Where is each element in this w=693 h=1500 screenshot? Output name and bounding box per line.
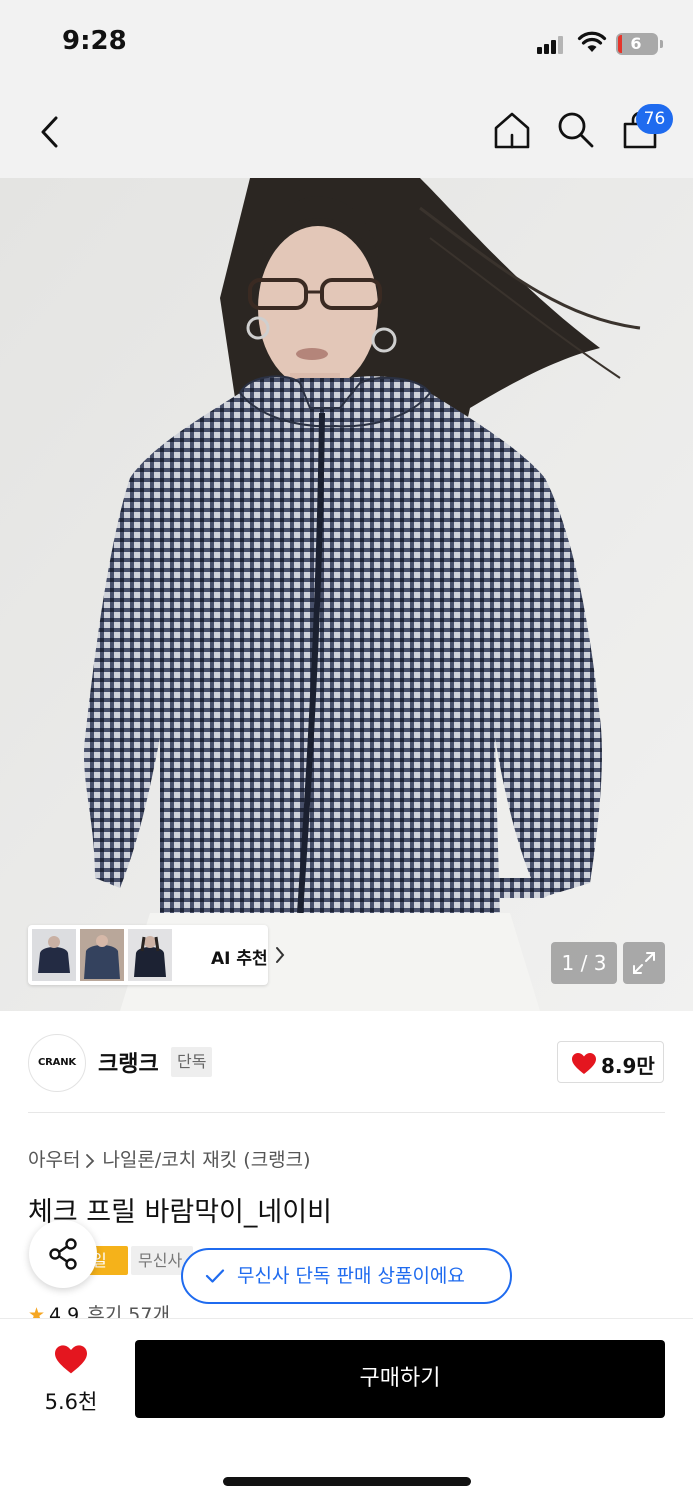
brand-like-count: 8.9만: [601, 1054, 655, 1078]
exclusive-toast-text: 무신사 단독 판매 상품이에요: [237, 1265, 465, 1287]
brand-logo[interactable]: CRANK: [28, 1034, 86, 1092]
expand-button[interactable]: [623, 942, 665, 984]
ai-thumbnail: [128, 929, 172, 981]
ai-recommend-label: AI 추천: [211, 949, 268, 969]
buy-button[interactable]: 구매하기: [135, 1340, 665, 1418]
share-button[interactable]: [29, 1220, 97, 1288]
exclusive-badge: 단독: [171, 1047, 213, 1077]
check-icon: [205, 1269, 225, 1283]
home-icon[interactable]: [492, 110, 532, 150]
cart-count-badge: 76: [636, 104, 673, 134]
wifi-icon: [577, 31, 607, 52]
battery-icon: 6: [616, 33, 658, 55]
ai-thumbnail: [80, 929, 124, 981]
ai-thumbnail: [32, 929, 76, 981]
heart-icon: [572, 1053, 596, 1074]
home-indicator: [223, 1477, 471, 1486]
nav-bar: [0, 88, 693, 178]
battery-percent: 6: [630, 34, 642, 53]
expand-icon: [633, 952, 655, 974]
review-count: 후기 57개: [87, 1304, 170, 1318]
heart-icon: [55, 1345, 87, 1374]
rating-score: 4.9: [49, 1304, 80, 1318]
status-bar: 9:28 6: [0, 0, 693, 88]
chevron-right-icon: [86, 1153, 95, 1168]
search-icon[interactable]: [556, 110, 596, 150]
product-like-button[interactable]: 5.6천: [28, 1344, 114, 1420]
battery-tip: [660, 40, 663, 48]
gallery-page-indicator: 1 / 3: [551, 942, 617, 984]
breadcrumb-item[interactable]: 나일론/코치 재킷 (크랭크): [102, 1149, 310, 1171]
chevron-right-icon: [276, 947, 285, 963]
divider: [28, 1112, 665, 1113]
star-icon: ★: [28, 1304, 46, 1318]
product-like-count: 5.6천: [44, 1390, 98, 1414]
back-icon[interactable]: [36, 114, 66, 150]
breadcrumb-item[interactable]: 아우터: [28, 1149, 80, 1171]
breadcrumb: 아우터 나일론/코치 재킷 (크랭크): [28, 1145, 311, 1172]
ai-recommend-chip[interactable]: AI 추천: [28, 925, 285, 985]
product-photo: [0, 178, 693, 1011]
signal-icon: [537, 34, 567, 54]
status-time: 9:28: [62, 26, 127, 56]
share-icon: [49, 1238, 77, 1270]
brand-like-button[interactable]: 8.9만: [557, 1041, 664, 1083]
brand-name[interactable]: 크랭크: [98, 1046, 159, 1078]
exclusive-toast: 무신사 단독 판매 상품이에요: [181, 1248, 512, 1304]
product-image[interactable]: [0, 178, 693, 1011]
